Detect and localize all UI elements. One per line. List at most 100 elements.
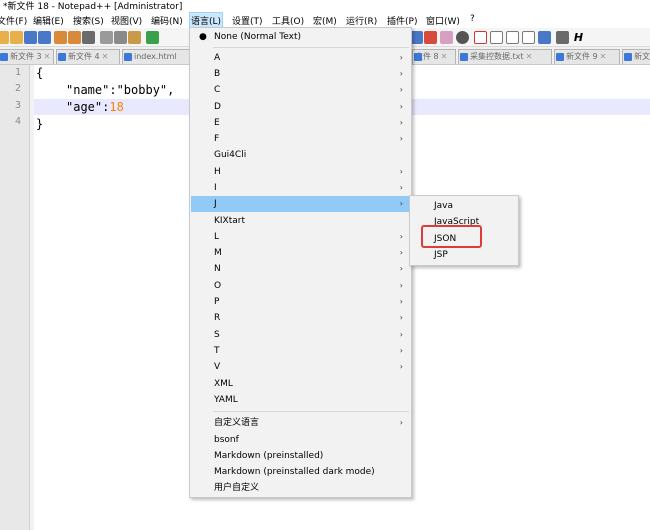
lang-markdown-dark[interactable]: Markdown (preinstalled dark mode) (191, 464, 410, 480)
record-macro-icon[interactable] (474, 31, 487, 44)
lang-l[interactable]: L › (191, 229, 410, 245)
lang-b[interactable]: B › (191, 66, 410, 82)
lang-user-defined-submenu[interactable]: 自定义语言 › (191, 415, 410, 431)
submenu-arrow-icon: › (399, 346, 403, 355)
submenu-arrow-icon: › (399, 85, 403, 94)
menu-bar: 文件(F) 编辑(E) 搜索(S) 视图(V) 编码(N) 语言(L) 设置(T… (0, 11, 650, 29)
lang-xml[interactable]: XML (191, 376, 410, 392)
save-macro-icon[interactable] (538, 31, 551, 44)
hex-editor-icon[interactable]: H (572, 31, 585, 44)
monitor-icon[interactable] (456, 31, 469, 44)
code-line-2: "name":"bobby", (66, 83, 175, 97)
submenu-arrow-icon: › (399, 167, 403, 176)
cut-icon[interactable] (100, 31, 113, 44)
tab-close-icon[interactable]: ✕ (441, 52, 448, 61)
undo-icon[interactable] (146, 31, 159, 44)
menu-separator (213, 411, 409, 412)
line-number: 2 (14, 83, 21, 94)
menu-file[interactable]: 文件(F) (0, 13, 28, 28)
submenu-arrow-icon: › (399, 248, 403, 257)
submenu-arrow-icon: › (399, 418, 403, 427)
settings-icon[interactable] (556, 31, 569, 44)
paste-icon[interactable] (128, 31, 141, 44)
tab-file-8[interactable]: 文件 8 ✕ (412, 49, 456, 64)
lang-n[interactable]: N › (191, 261, 410, 277)
menu-encoding[interactable]: 编码(N) (150, 13, 184, 28)
play-macro-icon[interactable] (506, 31, 519, 44)
copy-icon[interactable] (114, 31, 127, 44)
menu-search[interactable]: 搜索(S) (72, 13, 105, 28)
lang-gui4cli[interactable]: Gui4Cli (191, 147, 410, 163)
menu-window[interactable]: 窗口(W) (425, 13, 461, 28)
lang-e[interactable]: E › (191, 115, 410, 131)
lang-d[interactable]: D › (191, 99, 410, 115)
code-line-4: } (36, 117, 44, 131)
lang-yaml[interactable]: YAML (191, 392, 410, 408)
submenu-arrow-icon: › (399, 69, 403, 78)
lang-p[interactable]: P › (191, 294, 410, 310)
lang-i[interactable]: I › (191, 180, 410, 196)
menu-settings[interactable]: 设置(T) (231, 13, 264, 28)
lang-markdown[interactable]: Markdown (preinstalled) (191, 448, 410, 464)
submenu-arrow-icon: › (399, 297, 403, 306)
menu-tools[interactable]: 工具(O) (271, 13, 305, 28)
line-number: 1 (14, 67, 21, 78)
lang-a[interactable]: A › (191, 50, 410, 66)
save-icon[interactable] (24, 31, 37, 44)
stop-macro-icon[interactable] (490, 31, 503, 44)
lang-user-define[interactable]: 用户自定义 (191, 480, 410, 496)
lang-java[interactable]: Java (411, 198, 517, 214)
close-all-icon[interactable] (68, 31, 81, 44)
print-icon[interactable] (82, 31, 95, 44)
tab-close-icon[interactable]: ✕ (44, 52, 51, 61)
lang-kixtart[interactable]: KIXtart (191, 213, 410, 229)
tab-close-icon[interactable]: ✕ (526, 52, 533, 61)
language-dropdown: ● None (Normal Text) A › B › C › D › E › F › Gu… (189, 27, 412, 498)
lang-f[interactable]: F › (191, 131, 410, 147)
submenu-arrow-icon: › (399, 264, 403, 273)
lang-bsonf[interactable]: bsonf (191, 432, 410, 448)
submenu-arrow-icon: › (399, 330, 403, 339)
tab-new-file-9[interactable]: 新文件 9 ✕ (554, 49, 620, 64)
submenu-arrow-icon: › (399, 362, 403, 371)
submenu-arrow-icon: › (399, 102, 403, 111)
menu-plugins[interactable]: 插件(P) (386, 13, 418, 28)
tab-data-txt[interactable]: 采集控数据.txt ✕ (458, 49, 552, 64)
menu-help[interactable]: ? (469, 13, 476, 25)
submenu-arrow-icon: › (399, 183, 403, 192)
lang-o[interactable]: O › (191, 278, 410, 294)
menu-view[interactable]: 视图(V) (110, 13, 143, 28)
lang-none-normal-text[interactable]: ● None (Normal Text) (191, 29, 410, 45)
save-all-icon[interactable] (38, 31, 51, 44)
json-highlight-box (421, 225, 482, 248)
close-icon[interactable] (54, 31, 67, 44)
menu-run[interactable]: 运行(R) (345, 13, 378, 28)
run-macro-multiple-icon[interactable] (522, 31, 535, 44)
tab-close-icon[interactable]: ✕ (600, 52, 607, 61)
tab-index-html[interactable]: index.html (122, 49, 190, 64)
line-number: 3 (14, 100, 21, 111)
lang-t[interactable]: T › (191, 343, 410, 359)
lang-c[interactable]: C › (191, 82, 410, 98)
tab-new-file-4[interactable]: 新文件 4 ✕ (56, 49, 120, 64)
new-icon[interactable] (10, 31, 23, 44)
menu-macro[interactable]: 宏(M) (312, 13, 338, 28)
lang-s[interactable]: S › (191, 327, 410, 343)
tab-new-file-3[interactable]: 新文件 3 ✕ (0, 49, 54, 64)
line-number-gutter: 1 2 3 4 (0, 65, 30, 530)
folder-workspace-icon[interactable] (440, 31, 453, 44)
lang-jsp[interactable]: JSP (411, 247, 517, 263)
submenu-arrow-icon: › (399, 134, 403, 143)
lang-r[interactable]: R › (191, 310, 410, 326)
lang-j[interactable]: J › (191, 196, 410, 212)
tab-close-icon[interactable]: ✕ (102, 52, 109, 61)
checked-bullet-icon: ● (199, 32, 207, 42)
lang-m[interactable]: M › (191, 245, 410, 261)
line-number: 4 (14, 116, 21, 127)
tab-new-file-partial[interactable]: 新文 (622, 49, 650, 64)
lang-v[interactable]: V › (191, 359, 410, 375)
open-icon[interactable] (0, 31, 9, 44)
function-list-icon[interactable] (424, 31, 437, 44)
menu-edit[interactable]: 编辑(E) (32, 13, 65, 28)
lang-h[interactable]: H › (191, 164, 410, 180)
